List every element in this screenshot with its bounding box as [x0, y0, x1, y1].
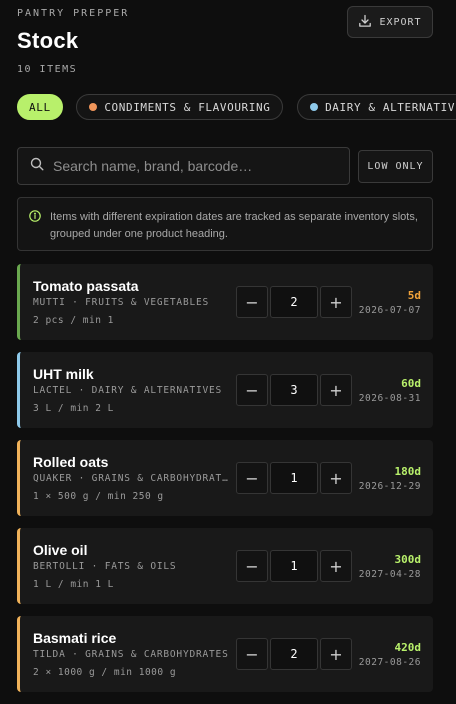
filter-chip-label: ALL: [29, 100, 51, 114]
days-left: 60d: [401, 377, 421, 390]
item-meta: QUAKER · GRAINS & CARBOHYDRATES: [33, 473, 229, 484]
item-count: 10 ITEMS: [17, 64, 78, 75]
days-left: 180d: [394, 465, 422, 478]
stock-item: Basmati rice TILDA · GRAINS & CARBOHYDRA…: [17, 616, 433, 692]
quantity-value[interactable]: 1: [270, 462, 318, 494]
quantity-value[interactable]: 3: [270, 374, 318, 406]
item-quantity-info: 1 × 500 g / min 250 g: [33, 491, 164, 502]
filter-chip-dairy[interactable]: DAIRY & ALTERNATIVES: [297, 94, 456, 120]
days-left: 420d: [394, 641, 422, 654]
item-name: Olive oil: [33, 542, 88, 558]
expiry-date: 2026-08-31: [358, 393, 421, 404]
info-icon: [29, 210, 41, 228]
days-left: 5d: [407, 289, 421, 302]
category-filters: ALL CONDIMENTS & FLAVOURING DAIRY & ALTE…: [17, 94, 456, 122]
download-icon: [358, 14, 372, 31]
item-meta: LACTEL · DAIRY & ALTERNATIVES: [33, 385, 223, 396]
stock-list: Tomato passata MUTTI · FRUITS & VEGETABL…: [17, 264, 433, 704]
page-title: Stock: [17, 28, 79, 53]
item-quantity-info: 2 × 1000 g / min 1000 g: [33, 667, 177, 678]
quantity-stepper: − 1 +: [236, 550, 352, 582]
stock-item: Rolled oats QUAKER · GRAINS & CARBOHYDRA…: [17, 440, 433, 516]
export-label: EXPORT: [379, 16, 422, 28]
expiry-date: 2026-07-07: [358, 305, 421, 316]
quantity-value[interactable]: 1: [270, 550, 318, 582]
search-input[interactable]: [53, 158, 333, 174]
item-name: Basmati rice: [33, 630, 117, 646]
item-quantity-info: 2 pcs / min 1: [33, 315, 114, 326]
increment-button[interactable]: +: [320, 462, 352, 494]
low-only-toggle[interactable]: LOW ONLY: [358, 150, 433, 183]
expiry-date: 2027-04-28: [358, 569, 421, 580]
search-box: [17, 147, 350, 185]
filter-chip-label: CONDIMENTS & FLAVOURING: [104, 100, 271, 114]
decrement-button[interactable]: −: [236, 462, 268, 494]
decrement-button[interactable]: −: [236, 286, 268, 318]
info-text: Items with different expiration dates ar…: [50, 211, 418, 240]
category-dot-icon: [310, 103, 319, 111]
stock-item: Olive oil BERTOLLI · FATS & OILS 1 L / m…: [17, 528, 433, 604]
filter-chip-condiments[interactable]: CONDIMENTS & FLAVOURING: [76, 94, 284, 120]
quantity-stepper: − 1 +: [236, 462, 352, 494]
item-name: Tomato passata: [33, 278, 139, 294]
increment-button[interactable]: +: [320, 374, 352, 406]
stock-item: UHT milk LACTEL · DAIRY & ALTERNATIVES 3…: [17, 352, 433, 428]
item-meta: MUTTI · FRUITS & VEGETABLES: [33, 297, 210, 308]
export-button[interactable]: EXPORT: [347, 6, 433, 38]
item-quantity-info: 1 L / min 1 L: [33, 579, 114, 590]
app-name: PANTRY PREPPER: [17, 8, 130, 19]
stock-item: Tomato passata MUTTI · FRUITS & VEGETABL…: [17, 264, 433, 340]
quantity-value[interactable]: 2: [270, 638, 318, 670]
decrement-button[interactable]: −: [236, 550, 268, 582]
quantity-stepper: − 2 +: [236, 638, 352, 670]
item-quantity-info: 3 L / min 2 L: [33, 403, 114, 414]
info-note: Items with different expiration dates ar…: [17, 197, 433, 251]
days-left: 300d: [394, 553, 422, 566]
decrement-button[interactable]: −: [236, 374, 268, 406]
expiry-date: 2027-08-26: [358, 657, 421, 668]
increment-button[interactable]: +: [320, 550, 352, 582]
search-icon: [30, 157, 44, 176]
header: PANTRY PREPPER Stock 10 ITEMS EXPORT: [17, 0, 433, 90]
increment-button[interactable]: +: [320, 286, 352, 318]
expiry-date: 2026-12-29: [358, 481, 421, 492]
quantity-stepper: − 2 +: [236, 286, 352, 318]
item-name: UHT milk: [33, 366, 94, 382]
quantity-stepper: − 3 +: [236, 374, 352, 406]
item-meta: BERTOLLI · FATS & OILS: [33, 561, 177, 572]
quantity-value[interactable]: 2: [270, 286, 318, 318]
item-meta: TILDA · GRAINS & CARBOHYDRATES: [33, 649, 229, 660]
increment-button[interactable]: +: [320, 638, 352, 670]
filter-chip-all[interactable]: ALL: [17, 94, 63, 120]
decrement-button[interactable]: −: [236, 638, 268, 670]
category-dot-icon: [89, 103, 98, 111]
item-name: Rolled oats: [33, 454, 109, 470]
filter-chip-label: DAIRY & ALTERNATIVES: [325, 100, 456, 114]
